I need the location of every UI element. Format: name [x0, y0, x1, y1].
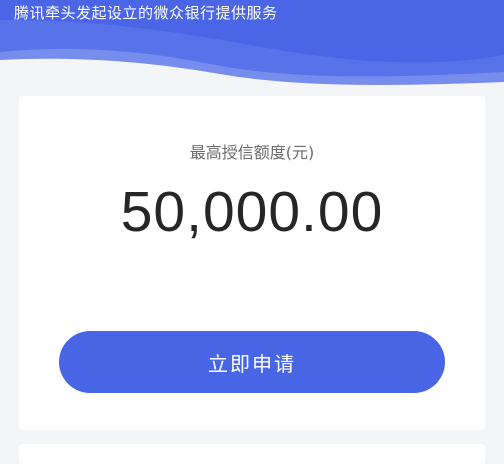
- header-banner: 腾讯牵头发起设立的微众银行提供服务: [0, 0, 504, 90]
- credit-limit-amount: 50,000.00: [120, 180, 384, 244]
- bank-tagline: 腾讯牵头发起设立的微众银行提供服务: [14, 4, 278, 22]
- apply-now-button[interactable]: 立即申请: [59, 331, 445, 393]
- next-card: [19, 444, 485, 464]
- credit-limit-card: 最高授信额度(元) 50,000.00 立即申请: [19, 96, 485, 430]
- credit-limit-label: 最高授信额度(元): [189, 143, 315, 162]
